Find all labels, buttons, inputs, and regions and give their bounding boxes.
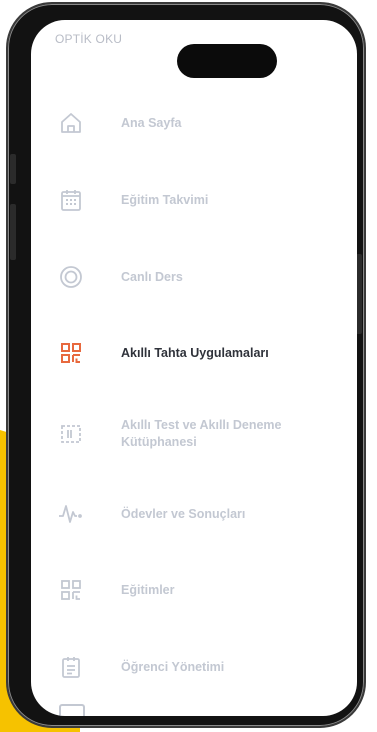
partial-menu-icon	[59, 704, 85, 716]
qr-grid-icon	[57, 339, 85, 367]
grid-icon	[57, 576, 85, 604]
phone-volume-button	[10, 204, 16, 260]
phone-frame: OPTİK OKU Ana Sayfa Eğitim Takvimi Canlı…	[6, 2, 366, 728]
menu-item-akilli-tahta[interactable]: Akıllı Tahta Uygulamaları	[57, 333, 347, 373]
menu-item-label: Akıllı Tahta Uygulamaları	[121, 345, 269, 360]
pulse-icon	[57, 500, 85, 528]
menu-item-label: Eğitimler	[121, 582, 175, 597]
calendar-icon	[57, 186, 85, 214]
menu-item-egitim-takvimi[interactable]: Eğitim Takvimi	[57, 180, 347, 220]
menu-item-label: Canlı Ders	[121, 269, 183, 284]
menu-item-odevler[interactable]: Ödevler ve Sonuçları	[57, 494, 347, 534]
menu-item-canli-ders[interactable]: Canlı Ders	[57, 257, 347, 297]
menu-item-egitimler[interactable]: Eğitimler	[57, 570, 347, 610]
phone-screen: OPTİK OKU Ana Sayfa Eğitim Takvimi Canlı…	[31, 20, 357, 716]
home-icon	[57, 109, 85, 137]
menu-item-label: Ana Sayfa	[121, 115, 182, 130]
clipboard-icon	[57, 653, 85, 681]
library-icon	[57, 420, 85, 448]
menu-item-ana-sayfa[interactable]: Ana Sayfa	[57, 103, 347, 143]
phone-mute-switch	[10, 154, 16, 184]
menu-item-label: Eğitim Takvimi	[121, 192, 209, 207]
screen-header-title: OPTİK OKU	[55, 32, 123, 46]
menu-item-akilli-test[interactable]: Akıllı Test ve Akıllı Deneme Kütüphanesi	[57, 412, 347, 456]
menu-item-ogrenci-yonetimi[interactable]: Öğrenci Yönetimi	[57, 647, 347, 687]
menu-item-label: Ödevler ve Sonuçları	[121, 506, 246, 521]
menu-item-label: Öğrenci Yönetimi	[121, 659, 225, 674]
dynamic-island	[177, 44, 277, 78]
menu-item-label: Akıllı Test ve Akıllı Deneme Kütüphanesi	[121, 418, 282, 449]
live-circle-icon	[57, 263, 85, 291]
